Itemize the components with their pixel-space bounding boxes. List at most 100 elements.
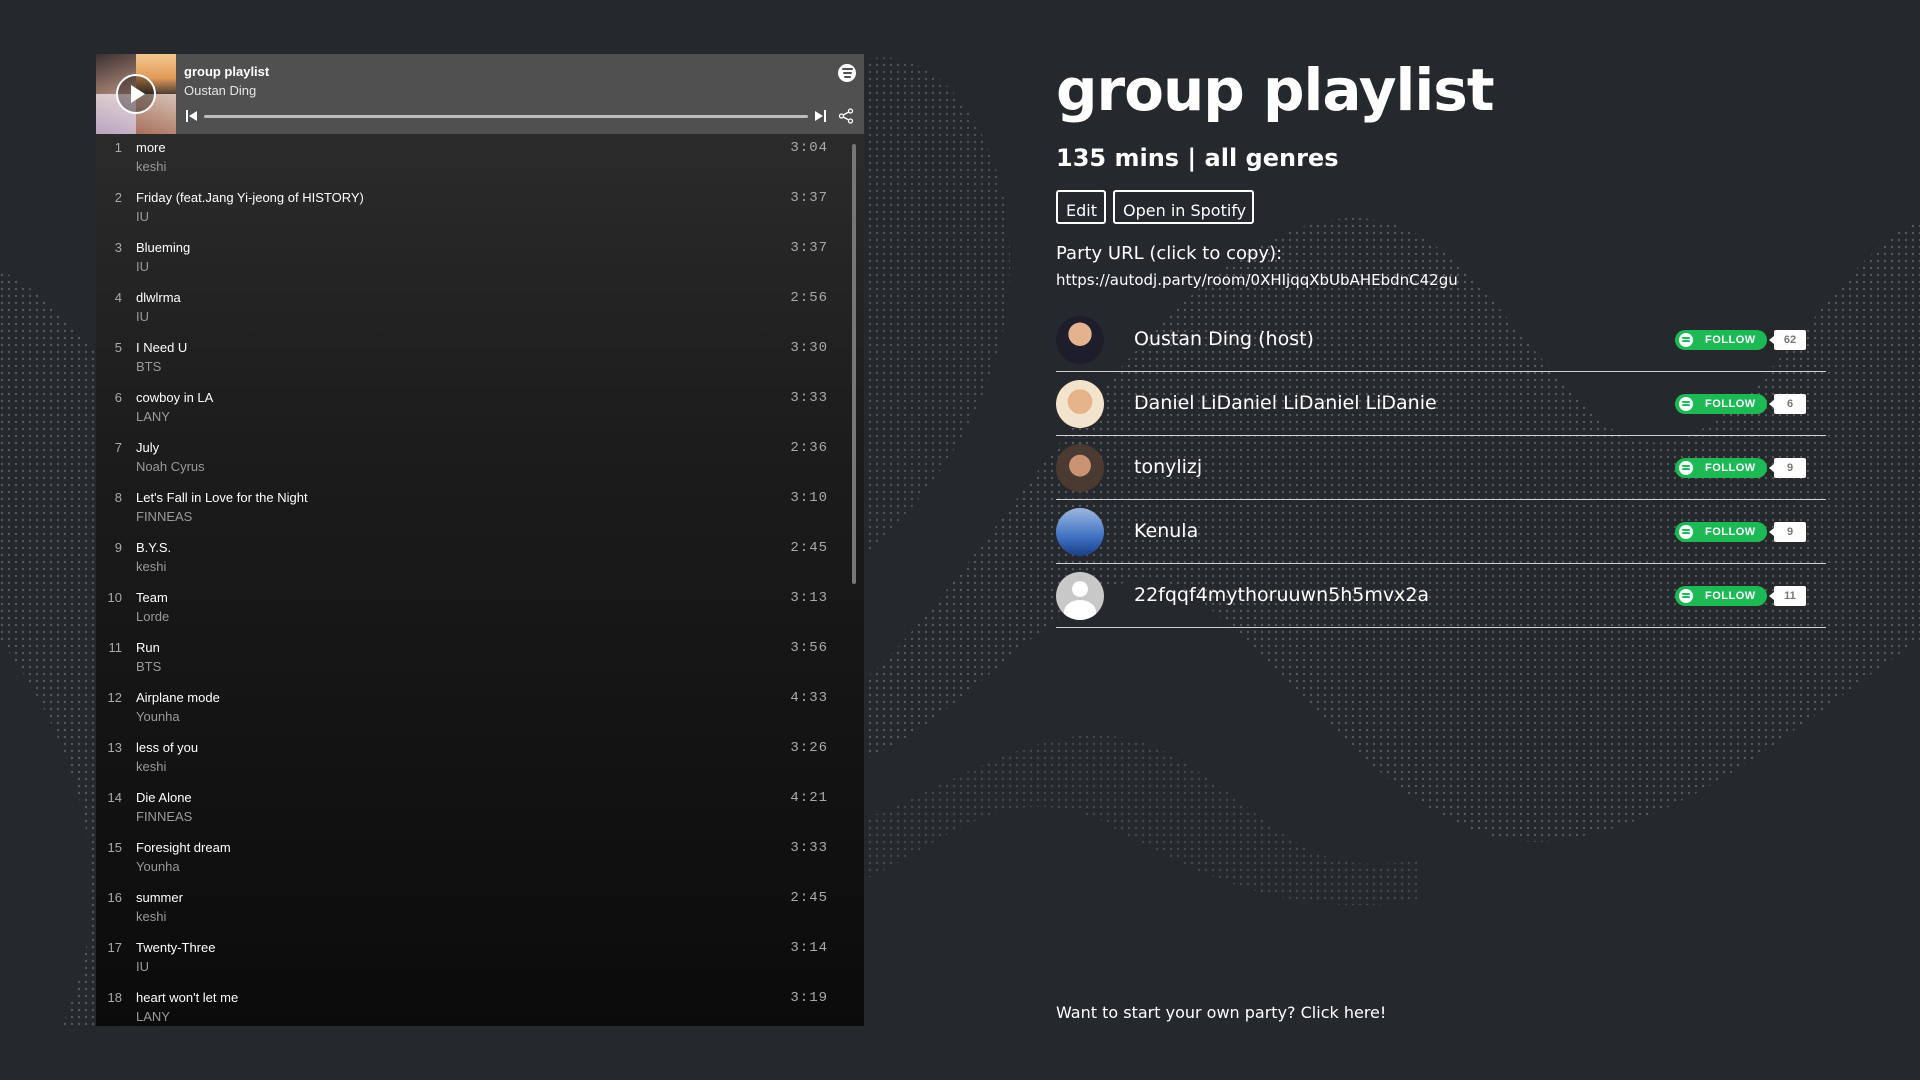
track-artist[interactable]: IU: [136, 259, 149, 274]
play-icon[interactable]: [116, 74, 156, 114]
spotify-icon: [1679, 333, 1693, 347]
open-in-spotify-button[interactable]: Open in Spotify: [1113, 190, 1254, 224]
party-url-link[interactable]: https://autodj.party/room/0XHIjqqXbUbAHE…: [1056, 271, 1458, 289]
previous-track-icon[interactable]: [186, 110, 198, 122]
track-row[interactable]: 5 I Need U BTS 3:30: [96, 334, 864, 384]
spotify-logo-icon[interactable]: [838, 64, 856, 82]
track-number: 2: [114, 190, 122, 205]
track-row[interactable]: 10 Team Lorde 3:13: [96, 584, 864, 634]
follower-count-badge: 11: [1769, 586, 1806, 606]
track-row[interactable]: 8 Let's Fall in Love for the Night FINNEAS…: [96, 484, 864, 534]
follow-button[interactable]: FOLLOW: [1675, 522, 1767, 542]
track-name: more: [136, 140, 166, 155]
follow-button[interactable]: FOLLOW: [1675, 586, 1767, 606]
player-playlist-owner[interactable]: Oustan Ding: [184, 83, 256, 98]
spotify-icon: [1679, 461, 1693, 475]
default-avatar-icon: [1056, 572, 1104, 620]
track-artist[interactable]: Younha: [136, 709, 180, 724]
track-duration: 3:19: [790, 990, 828, 1006]
track-duration: 2:36: [790, 440, 828, 456]
track-number: 5: [114, 340, 122, 355]
spotify-icon: [1679, 589, 1693, 603]
track-artist[interactable]: IU: [136, 959, 149, 974]
track-artist[interactable]: Lorde: [136, 609, 169, 624]
track-name: summer: [136, 890, 183, 905]
track-name: Foresight dream: [136, 840, 231, 855]
avatar: [1056, 380, 1104, 428]
participant-name: Kenula: [1134, 520, 1199, 542]
track-row[interactable]: 2 Friday (feat.Jang Yi-jeong of HISTORY) I…: [96, 184, 864, 234]
track-artist[interactable]: FINNEAS: [136, 809, 192, 824]
next-track-icon[interactable]: [814, 110, 826, 122]
start-party-link[interactable]: Want to start your own party? Click here…: [1056, 1003, 1386, 1022]
track-name: Friday (feat.Jang Yi-jeong of HISTORY): [136, 190, 364, 205]
track-duration: 2:56: [790, 290, 828, 306]
track-duration: 3:30: [790, 340, 828, 356]
avatar: [1056, 444, 1104, 492]
track-number: 7: [114, 440, 122, 455]
track-artist[interactable]: keshi: [136, 559, 166, 574]
progress-bar[interactable]: [204, 115, 808, 118]
track-artist[interactable]: BTS: [136, 659, 161, 674]
track-row[interactable]: 17 Twenty-Three IU 3:14: [96, 934, 864, 984]
track-name: cowboy in LA: [136, 390, 214, 405]
track-number: 11: [108, 640, 123, 655]
track-number: 12: [107, 690, 122, 705]
track-row[interactable]: 4 dlwlrma IU 2:56: [96, 284, 864, 334]
follow-label: FOLLOW: [1705, 590, 1756, 602]
track-artist[interactable]: BTS: [136, 359, 161, 374]
track-artist[interactable]: Noah Cyrus: [136, 459, 205, 474]
track-name: Die Alone: [136, 790, 192, 805]
player-playlist-title: group playlist: [184, 64, 270, 79]
track-artist[interactable]: IU: [136, 209, 149, 224]
track-artist[interactable]: keshi: [136, 909, 166, 924]
track-row[interactable]: 11 Run BTS 3:56: [96, 634, 864, 684]
avatar: [1056, 508, 1104, 556]
track-artist[interactable]: Younha: [136, 859, 180, 874]
participant-name: 22fqqf4mythoruuwn5h5mvx2a: [1134, 584, 1430, 606]
track-name: dlwlrma: [136, 290, 181, 305]
track-number: 4: [114, 290, 122, 305]
follow-label: FOLLOW: [1705, 526, 1756, 538]
spotify-icon: [1679, 525, 1693, 539]
track-artist[interactable]: IU: [136, 309, 149, 324]
track-row[interactable]: 15 Foresight dream Younha 3:33: [96, 834, 864, 884]
track-name: Run: [136, 640, 160, 655]
track-name: B.Y.S.: [136, 540, 172, 555]
participant-row: 22fqqf4mythoruuwn5h5mvx2a FOLLOW 11: [1056, 564, 1826, 628]
track-row[interactable]: 13 less of you keshi 3:26: [96, 734, 864, 784]
track-duration: 4:21: [790, 790, 828, 806]
track-row[interactable]: 3 Blueming IU 3:37: [96, 234, 864, 284]
follow-button[interactable]: FOLLOW: [1675, 394, 1767, 414]
track-number: 10: [107, 590, 122, 605]
spotify-icon: [1679, 397, 1693, 411]
track-duration: 3:56: [790, 640, 828, 656]
track-artist[interactable]: keshi: [136, 759, 166, 774]
track-row[interactable]: 1 more keshi 3:04: [96, 134, 864, 184]
track-row[interactable]: 7 July Noah Cyrus 2:36: [96, 434, 864, 484]
track-row[interactable]: 14 Die Alone FINNEAS 4:21: [96, 784, 864, 834]
track-artist[interactable]: LANY: [136, 1009, 170, 1024]
track-artist[interactable]: FINNEAS: [136, 509, 192, 524]
track-row[interactable]: 12 Airplane mode Younha 4:33: [96, 684, 864, 734]
track-row[interactable]: 6 cowboy in LA LANY 3:33: [96, 384, 864, 434]
edit-button[interactable]: Edit: [1056, 190, 1106, 224]
track-number: 9: [114, 540, 122, 555]
participant-row: tonylizj FOLLOW 9: [1056, 436, 1826, 500]
follower-count-badge: 6: [1769, 394, 1806, 414]
share-icon[interactable]: [838, 108, 854, 124]
track-number: 17: [107, 940, 122, 955]
track-row[interactable]: 16 summer keshi 2:45: [96, 884, 864, 934]
track-list-scrollbar[interactable]: [852, 144, 856, 584]
track-artist[interactable]: keshi: [136, 159, 166, 174]
track-row[interactable]: 9 B.Y.S. keshi 2:45: [96, 534, 864, 584]
track-number: 13: [107, 740, 122, 755]
participant-name: Daniel LiDaniel LiDaniel LiDanie: [1134, 392, 1437, 414]
track-row[interactable]: 18 heart won't let me LANY 3:19: [96, 984, 864, 1026]
follow-button[interactable]: FOLLOW: [1675, 458, 1767, 478]
track-name: July: [136, 440, 160, 455]
track-artist[interactable]: LANY: [136, 409, 170, 424]
participant-row: Oustan Ding (host) FOLLOW 62: [1056, 308, 1826, 372]
track-name: Let's Fall in Love for the Night: [136, 490, 308, 505]
follow-button[interactable]: FOLLOW: [1675, 330, 1767, 350]
